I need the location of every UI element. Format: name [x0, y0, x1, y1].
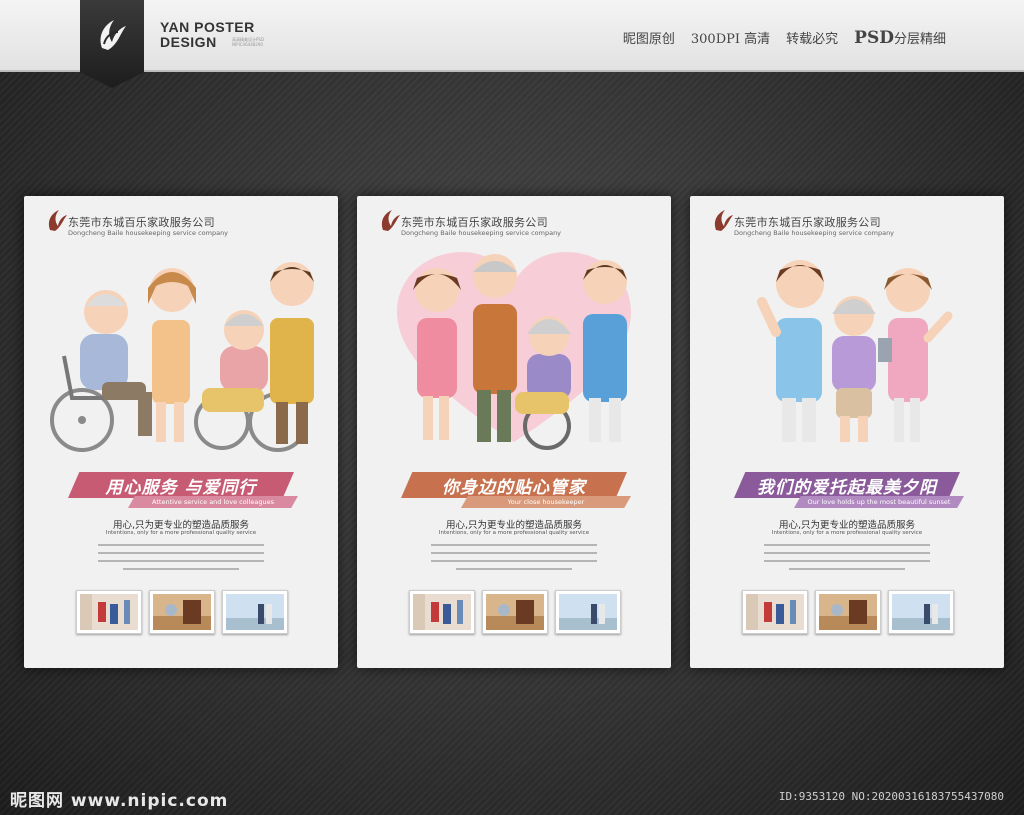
company-name-en: Dongcheng Baile housekeeping service com… — [401, 229, 562, 237]
tag-original: 昵图原创 — [622, 32, 675, 47]
poster-title-en: Attentive service and love colleagues — [128, 496, 298, 508]
photo-thumbnail — [76, 590, 142, 634]
photo-thumbnail — [742, 590, 808, 634]
photo-thumbnail — [888, 590, 954, 634]
company-logo-icon — [48, 210, 67, 231]
poster-slogan-en: Intentions, only for a more professional… — [771, 530, 923, 536]
text-line — [764, 552, 930, 554]
brand-block: YAN POSTER DESIGN 高清精美设计PSD NIPIC4644829… — [160, 19, 264, 50]
poster-slogan-cn: 用心,只为更专业的塑造品质服务 — [778, 520, 916, 531]
yan-logo-icon — [100, 20, 126, 50]
photo-thumbnail — [815, 590, 881, 634]
site-watermark: 昵图网 www.nipic.com — [10, 791, 229, 811]
company-name-en: Dongcheng Baile housekeeping service com… — [68, 229, 229, 237]
poster-slogan-en: Intentions, only for a more professional… — [105, 530, 257, 536]
body-text-placeholder — [764, 544, 930, 576]
photo-thumbnail — [409, 590, 475, 634]
text-line — [98, 544, 264, 546]
text-line — [764, 544, 930, 546]
poster-title-cn: 你身边的贴心管家 — [442, 477, 586, 498]
poster-slogan-cn: 用心,只为更专业的塑造品质服务 — [112, 520, 250, 531]
text-line — [431, 544, 597, 546]
caregivers-wheelchair-illustration — [50, 262, 314, 452]
poster-title-en: Your close housekeeper — [461, 496, 631, 508]
poster-slogan-cn: 用心,只为更专业的塑造品质服务 — [445, 520, 583, 531]
text-line — [98, 560, 264, 562]
text-line — [455, 568, 573, 570]
text-line — [122, 568, 240, 570]
poster-title-ribbon: 用心服务 与爱同行 — [68, 472, 294, 498]
poster-title-ribbon: 我们的爱托起最美夕阳 — [734, 472, 960, 498]
text-line — [98, 552, 264, 554]
top-header-bar: YAN POSTER DESIGN 高清精美设计PSD NIPIC4644829… — [0, 0, 1024, 72]
brand-subtitle: 高清精美设计PSD NIPIC46448290 — [232, 37, 265, 47]
poster-title-cn: 我们的爱托起最美夕阳 — [757, 477, 937, 498]
text-line — [764, 560, 930, 562]
body-text-placeholder — [98, 544, 264, 576]
brand-title-line-1: YAN POSTER — [160, 19, 255, 35]
psd-label: PSD — [854, 28, 894, 48]
psd-suffix: 分层精细 — [893, 32, 946, 47]
photo-strip — [409, 590, 621, 634]
poster-3: 东莞市东城百乐家政服务公司 Dongcheng Baile housekeepi… — [690, 196, 1004, 668]
caregivers-grandma-illustration — [757, 260, 953, 442]
photo-thumbnail — [555, 590, 621, 634]
header-tags: 昵图原创 300DPI 高清 转载必究 PSD分层精细 — [623, 28, 946, 48]
company-name-cn: 东莞市东城百乐家政服务公司 — [401, 216, 548, 229]
family-heart-illustration — [397, 252, 631, 450]
text-line — [431, 552, 597, 554]
image-id-label: ID:9353120 NO:20200316183755437080 — [778, 790, 1004, 803]
photo-thumbnail — [482, 590, 548, 634]
text-line — [431, 560, 597, 562]
tag-dpi: 300DPI 高清 — [690, 32, 771, 47]
poster-slogan-en: Intentions, only for a more professional… — [438, 530, 590, 536]
company-logo-icon — [381, 210, 400, 231]
poster-title-cn: 用心服务 与爱同行 — [105, 477, 257, 498]
text-line — [788, 568, 906, 570]
poster-2: 东莞市东城百乐家政服务公司 Dongcheng Baile housekeepi… — [357, 196, 671, 668]
company-name-en: Dongcheng Baile housekeeping service com… — [734, 229, 895, 237]
company-name-cn: 东莞市东城百乐家政服务公司 — [734, 216, 881, 229]
company-logo-icon — [714, 210, 733, 231]
poster-1: 东莞市东城百乐家政服务公司 Dongcheng Baile housekeepi… — [24, 196, 338, 668]
yan-logo-tab — [80, 0, 144, 88]
photo-strip — [742, 590, 954, 634]
photo-strip — [76, 590, 288, 634]
company-name-cn: 东莞市东城百乐家政服务公司 — [68, 216, 215, 229]
poster-title-en: Our love holds up the most beautiful sun… — [794, 496, 964, 508]
body-text-placeholder — [431, 544, 597, 576]
photo-thumbnail — [222, 590, 288, 634]
tag-psd: PSD分层精细 — [854, 28, 946, 48]
poster-title-ribbon: 你身边的贴心管家 — [401, 472, 627, 498]
photo-thumbnail — [149, 590, 215, 634]
tag-copyright: 转载必究 — [786, 32, 839, 47]
